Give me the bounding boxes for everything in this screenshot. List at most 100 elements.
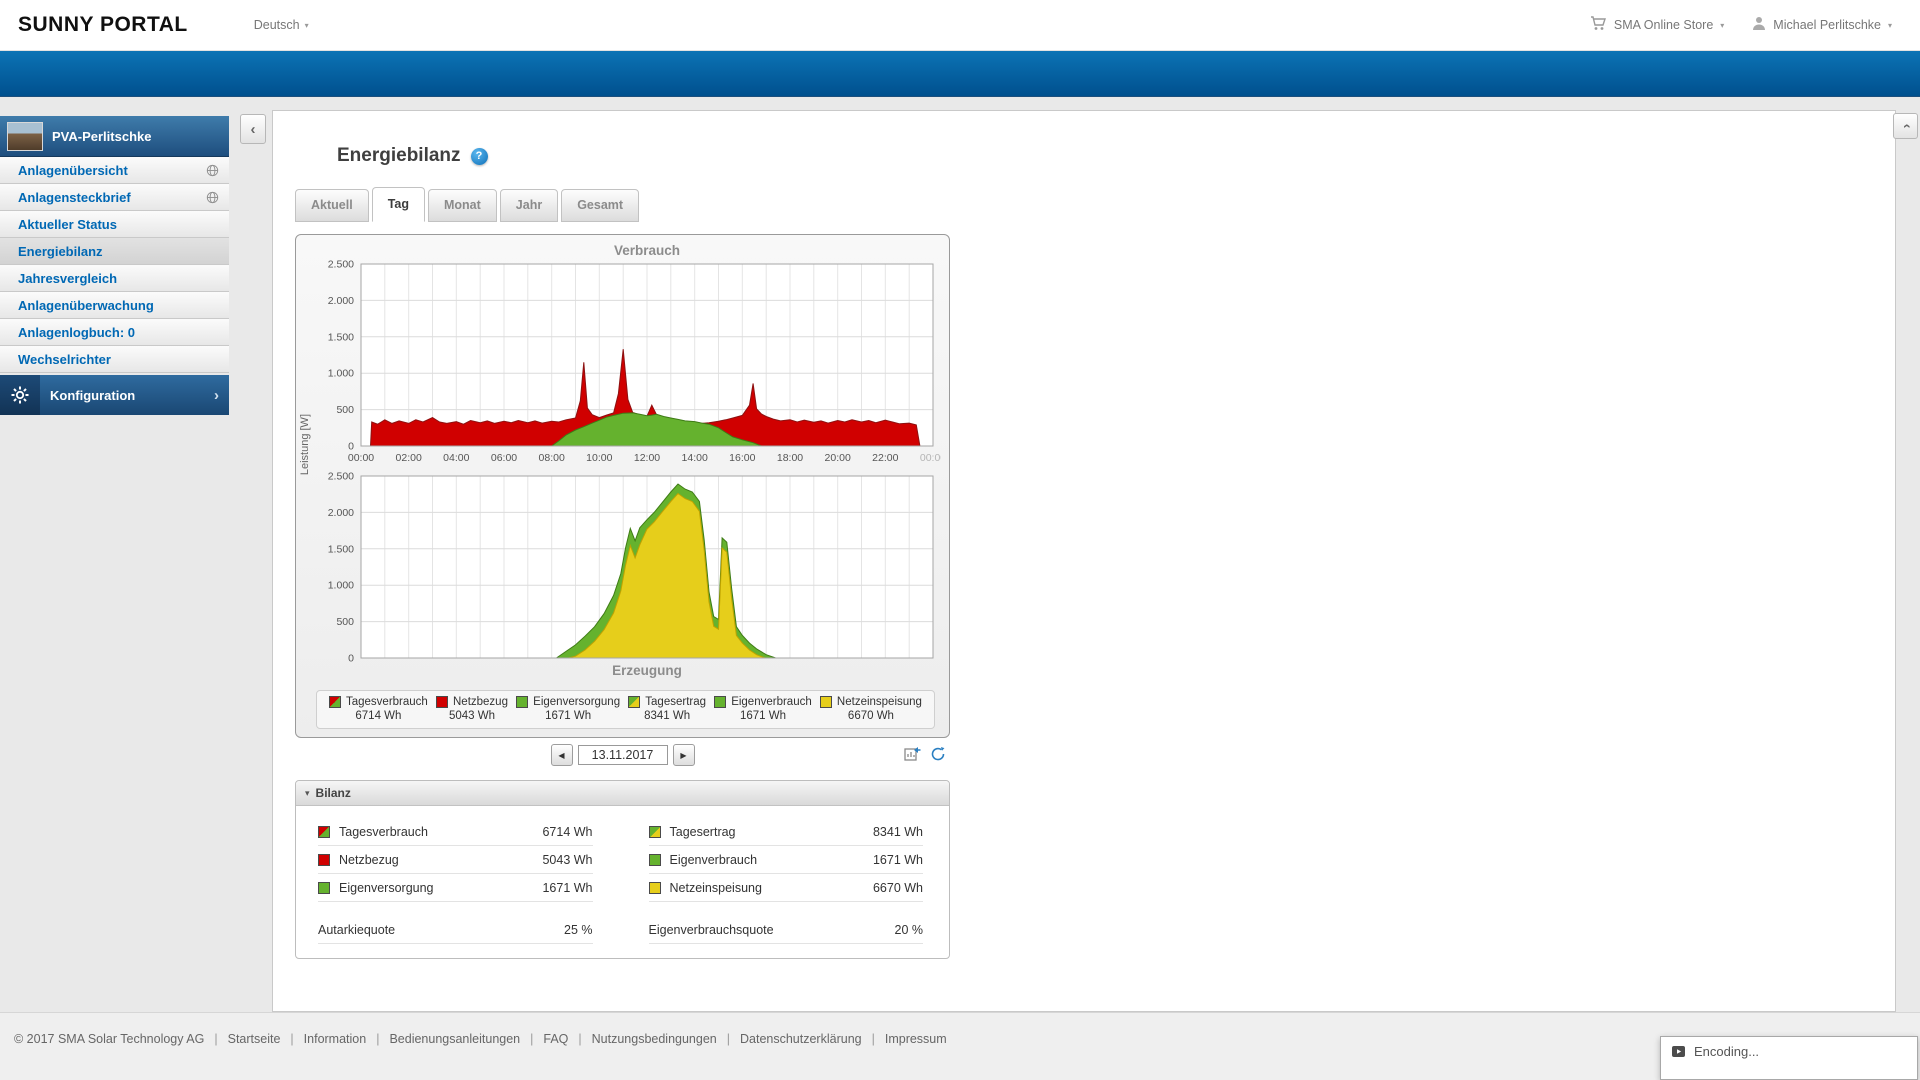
bilanz-swatch xyxy=(648,853,661,866)
sidebar-item-jahresvergleich[interactable]: Jahresvergleich xyxy=(0,265,229,292)
collapse-panel-button[interactable]: › xyxy=(1893,113,1918,139)
footer-link-bedienungsanleitungen[interactable]: Bedienungsanleitungen xyxy=(389,1032,520,1046)
bilanz-swatch xyxy=(318,881,330,894)
legend-swatch xyxy=(714,696,727,708)
footer: © 2017 SMA Solar Technology AG | Startsei… xyxy=(0,1012,1920,1080)
date-navigation: ◀ ▶ xyxy=(295,744,950,768)
bilanz-row-autarkiequote: Autarkiequote 25 % xyxy=(318,916,593,944)
footer-separator: | xyxy=(530,1032,534,1046)
tab-gesamt[interactable]: Gesamt xyxy=(561,189,640,222)
svg-text:1.000: 1.000 xyxy=(328,580,354,592)
tab-aktuell[interactable]: Aktuell xyxy=(295,189,369,222)
bilanz-right-column: Tagesertrag 8341 Wh Eigenverbrauch 1671 Wh N… xyxy=(648,818,924,944)
bilanz-body: Tagesverbrauch 6714 Wh Netzbezug 5043 Wh Eig… xyxy=(296,806,949,958)
legend-entry: Tagesverbrauch xyxy=(329,696,428,708)
legend-swatch xyxy=(436,696,448,708)
footer-link-nutzungsbedingungen[interactable]: Nutzungsbedingungen xyxy=(592,1032,717,1046)
config-label: Konfiguration xyxy=(50,387,136,403)
svg-text:08:00: 08:00 xyxy=(539,452,565,464)
footer-links: | Startseite | Information | Bedienungsanleit… xyxy=(214,1032,946,1046)
footer-link-information[interactable]: Information xyxy=(304,1032,367,1046)
y-axis-label: Leistung [W] xyxy=(299,355,311,535)
sidebar-item-anlagen-bersicht[interactable]: Anlagenübersicht xyxy=(0,157,229,184)
collapse-sidebar-button[interactable]: ‹ xyxy=(240,114,266,144)
date-center: ◀ ▶ xyxy=(295,744,950,766)
legend-label: Eigenverbrauch xyxy=(731,696,812,708)
collapse-caret-icon: ▾ xyxy=(305,787,310,798)
svg-text:2.000: 2.000 xyxy=(328,507,354,519)
bilanz-row-eigenverbrauch: Eigenverbrauch 1671 Wh xyxy=(648,846,923,874)
footer-link-faq[interactable]: FAQ xyxy=(543,1032,568,1046)
top-header: SUNNY PORTAL Deutsch ▾ SMA Online Store … xyxy=(0,0,1920,51)
legend-value: 1671 Wh xyxy=(545,710,592,722)
bilanz-value: 5043 Wh xyxy=(542,852,593,867)
svg-text:02:00: 02:00 xyxy=(396,452,422,464)
sidebar-item-aktueller-status[interactable]: Aktueller Status xyxy=(0,211,229,238)
sidebar-item-wechselrichter[interactable]: Wechselrichter xyxy=(0,346,229,373)
bilanz-label: Eigenverbrauch xyxy=(669,852,758,867)
user-name: Michael Perlitschke xyxy=(1773,18,1881,32)
legend-entry: Tagesertrag xyxy=(628,696,706,708)
svg-text:2.500: 2.500 xyxy=(328,472,354,483)
legend-item-tagesertrag: Tagesertrag 8341 Wh xyxy=(628,696,706,722)
cart-icon xyxy=(1590,16,1607,34)
next-day-button[interactable]: ▶ xyxy=(672,744,695,766)
date-input[interactable] xyxy=(577,745,668,765)
plant-header[interactable]: PVA-Perlitschke xyxy=(0,116,229,157)
svg-text:16:00: 16:00 xyxy=(729,452,755,464)
legend-item-netzeinspeisung: Netzeinspeisung 6670 Wh xyxy=(819,696,922,722)
footer-link-impressum[interactable]: Impressum xyxy=(885,1032,947,1046)
tab-jahr[interactable]: Jahr xyxy=(499,189,559,222)
gear-icon xyxy=(0,375,40,415)
svg-text:0: 0 xyxy=(348,653,354,665)
svg-text:10:00: 10:00 xyxy=(586,452,612,464)
bilanz-label: Netzeinspeisung xyxy=(669,880,762,895)
legend-item-eigenverbrauch: Eigenverbrauch 1671 Wh xyxy=(714,696,812,722)
previous-day-button[interactable]: ◀ xyxy=(550,744,573,766)
svg-text:2.500: 2.500 xyxy=(328,260,354,271)
sunny-portal-logo: SUNNY PORTAL xyxy=(18,13,188,36)
sidebar-item-label: Jahresvergleich xyxy=(18,270,118,286)
copyright: © 2017 SMA Solar Technology AG xyxy=(14,1032,205,1046)
user-icon xyxy=(1752,16,1766,34)
sidebar-item-label: Energiebilanz xyxy=(18,243,103,259)
bilanz-label: Autarkiequote xyxy=(318,922,396,937)
refresh-icon[interactable] xyxy=(930,746,946,762)
export-icon[interactable] xyxy=(904,746,921,762)
svg-text:0: 0 xyxy=(348,441,354,453)
svg-text:14:00: 14:00 xyxy=(682,452,708,464)
svg-text:2.000: 2.000 xyxy=(328,295,354,307)
svg-text:500: 500 xyxy=(336,404,354,416)
globe-icon xyxy=(206,164,219,177)
sma-online-store-link[interactable]: SMA Online Store ▾ xyxy=(1590,16,1724,34)
globe-icon xyxy=(206,191,219,204)
sidebar-item-anlagen-berwachung[interactable]: Anlagenüberwachung xyxy=(0,292,229,319)
tab-tag[interactable]: Tag xyxy=(371,187,425,222)
language-selector[interactable]: Deutsch ▾ xyxy=(254,18,309,32)
bilanz-value: 20 % xyxy=(894,922,924,937)
encoding-text: Encoding... xyxy=(1694,1044,1760,1059)
tab-monat[interactable]: Monat xyxy=(427,189,497,222)
legend-label: Eigenversorgung xyxy=(533,696,621,708)
footer-separator: | xyxy=(871,1032,875,1046)
bilanz-value: 6670 Wh xyxy=(872,880,923,895)
footer-separator: | xyxy=(726,1032,730,1046)
sidebar-item-konfiguration[interactable]: Konfiguration › xyxy=(0,375,229,415)
bilanz-header[interactable]: ▾ Bilanz xyxy=(296,781,949,806)
bilanz-row-eigenversorgung: Eigenversorgung 1671 Wh xyxy=(318,874,593,902)
sidebar-item-label: Anlagensteckbrief xyxy=(18,189,131,205)
sidebar-item-anlagensteckbrief[interactable]: Anlagensteckbrief xyxy=(0,184,229,211)
footer-link-datenschutzerkl-rung[interactable]: Datenschutzerklärung xyxy=(740,1032,862,1046)
user-menu[interactable]: Michael Perlitschke ▾ xyxy=(1752,16,1892,34)
footer-separator: | xyxy=(214,1032,218,1046)
footer-link-startseite[interactable]: Startseite xyxy=(228,1032,281,1046)
title-row: Energiebilanz ? xyxy=(337,145,488,167)
svg-text:12:00: 12:00 xyxy=(634,452,660,464)
encoding-popup: Encoding... xyxy=(1660,1036,1918,1080)
sidebar-item-anlagenlogbuch-0[interactable]: Anlagenlogbuch: 0 xyxy=(0,319,229,346)
sidebar-item-energiebilanz[interactable]: Energiebilanz xyxy=(0,238,229,265)
svg-text:18:00: 18:00 xyxy=(777,452,803,464)
legend-value: 5043 Wh xyxy=(448,710,495,722)
help-icon[interactable]: ? xyxy=(470,147,488,165)
chevron-up-icon: › xyxy=(1897,123,1914,129)
